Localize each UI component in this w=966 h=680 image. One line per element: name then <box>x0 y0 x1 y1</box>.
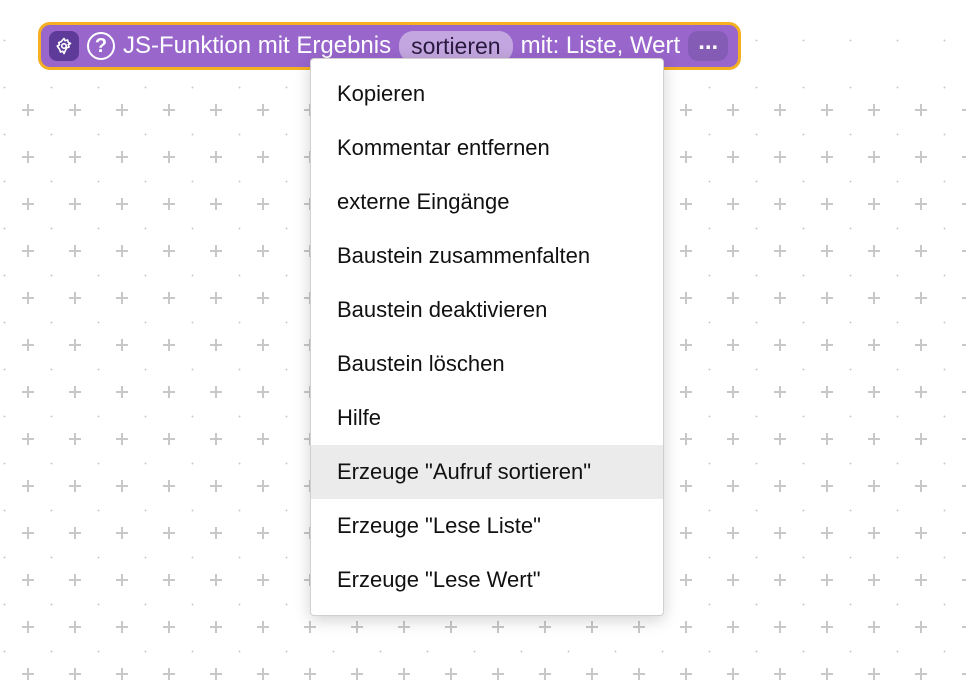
context-menu-item[interactable]: Erzeuge "Aufruf sortieren" <box>311 445 663 499</box>
context-menu: KopierenKommentar entfernenexterne Eingä… <box>310 58 664 616</box>
context-menu-item[interactable]: Hilfe <box>311 391 663 445</box>
workspace-canvas[interactable]: ? JS-Funktion mit Ergebnis sortieren mit… <box>0 0 966 664</box>
help-icon[interactable]: ? <box>87 32 115 60</box>
gear-icon[interactable] <box>49 31 79 61</box>
context-menu-item[interactable]: Baustein zusammenfalten <box>311 229 663 283</box>
function-name-field[interactable]: sortieren <box>399 31 512 62</box>
context-menu-item[interactable]: Baustein löschen <box>311 337 663 391</box>
context-menu-item[interactable]: Erzeuge "Lese Wert" <box>311 553 663 607</box>
context-menu-item[interactable]: Baustein deaktivieren <box>311 283 663 337</box>
context-menu-item[interactable]: Kopieren <box>311 67 663 121</box>
context-menu-item[interactable]: externe Eingänge <box>311 175 663 229</box>
more-icon[interactable]: ... <box>688 31 728 61</box>
context-menu-item[interactable]: Erzeuge "Lese Liste" <box>311 499 663 553</box>
block-label-prefix: JS-Funktion mit Ergebnis <box>123 32 391 60</box>
block-label-params: mit: Liste, Wert <box>521 32 681 60</box>
context-menu-item[interactable]: Kommentar entfernen <box>311 121 663 175</box>
